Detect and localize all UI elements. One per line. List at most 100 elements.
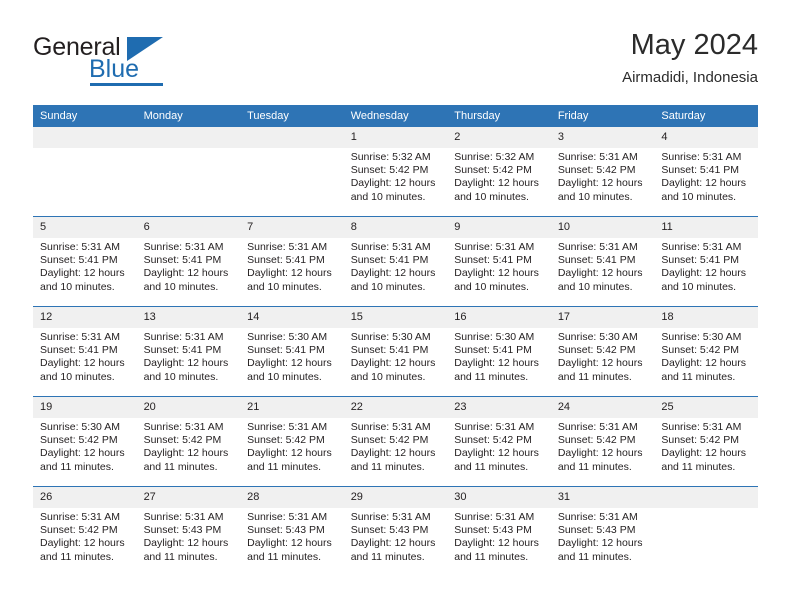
day-number: 4 [654, 127, 758, 148]
day-cell[interactable]: 20 Sunrise: 5:31 AM Sunset: 5:42 PM Dayl… [136, 396, 241, 487]
day-number: 9 [447, 217, 551, 238]
day-details: Sunrise: 5:31 AM Sunset: 5:41 PM Dayligh… [447, 238, 551, 294]
day-cell[interactable]: 10 Sunrise: 5:31 AM Sunset: 5:41 PM Dayl… [550, 216, 655, 307]
day-cell[interactable]: 12 Sunrise: 5:31 AM Sunset: 5:41 PM Dayl… [33, 306, 137, 397]
day-cell[interactable]: 31 Sunrise: 5:31 AM Sunset: 5:43 PM Dayl… [550, 486, 655, 576]
daylight-text-cont: and 11 minutes. [557, 370, 632, 383]
daylight-text: Daylight: 12 hours [454, 447, 539, 460]
day-details: Sunrise: 5:31 AM Sunset: 5:41 PM Dayligh… [137, 238, 241, 294]
daylight-text-cont: and 10 minutes. [557, 190, 633, 203]
day-cell[interactable]: 28 Sunrise: 5:31 AM Sunset: 5:43 PM Dayl… [240, 486, 344, 576]
sunrise-text: Sunrise: 5:31 AM [247, 241, 328, 253]
day-cell[interactable]: 11 Sunrise: 5:31 AM Sunset: 5:41 PM Dayl… [654, 216, 758, 307]
day-details: Sunrise: 5:31 AM Sunset: 5:43 PM Dayligh… [551, 508, 655, 564]
day-cell[interactable]: 2 Sunrise: 5:32 AM Sunset: 5:42 PM Dayli… [447, 127, 551, 217]
calendar-week-row: 12 Sunrise: 5:31 AM Sunset: 5:41 PM Dayl… [33, 306, 758, 397]
day-details: Sunrise: 5:31 AM Sunset: 5:42 PM Dayligh… [240, 418, 344, 474]
day-details: Sunrise: 5:31 AM Sunset: 5:43 PM Dayligh… [240, 508, 344, 564]
day-cell[interactable]: 8 Sunrise: 5:31 AM Sunset: 5:41 PM Dayli… [343, 216, 448, 307]
sunrise-text: Sunrise: 5:31 AM [454, 241, 535, 253]
daylight-text-cont: and 11 minutes. [247, 550, 322, 563]
day-cell[interactable]: 19 Sunrise: 5:30 AM Sunset: 5:42 PM Dayl… [33, 396, 137, 487]
day-cell[interactable]: 3 Sunrise: 5:31 AM Sunset: 5:42 PM Dayli… [550, 127, 655, 217]
sunrise-text: Sunrise: 5:31 AM [247, 421, 328, 433]
sunset-text: Sunset: 5:42 PM [661, 344, 740, 357]
daylight-text: Daylight: 12 hours [661, 177, 747, 190]
day-cell[interactable] [240, 127, 344, 217]
day-cell[interactable]: 24 Sunrise: 5:31 AM Sunset: 5:42 PM Dayl… [550, 396, 655, 487]
daylight-text-cont: and 10 minutes. [143, 370, 219, 383]
daylight-text-cont: and 11 minutes. [350, 460, 425, 473]
day-number: 2 [447, 127, 551, 148]
sunrise-text: Sunrise: 5:31 AM [40, 511, 120, 523]
day-cell[interactable]: 13 Sunrise: 5:31 AM Sunset: 5:41 PM Dayl… [136, 306, 241, 397]
sunrise-text: Sunrise: 5:31 AM [557, 151, 638, 163]
day-cell[interactable]: 27 Sunrise: 5:31 AM Sunset: 5:43 PM Dayl… [136, 486, 241, 576]
sunrise-text: Sunrise: 5:31 AM [661, 241, 742, 253]
daylight-text-cont: and 10 minutes. [350, 190, 426, 203]
daylight-text-cont: and 10 minutes. [247, 370, 322, 383]
day-cell[interactable] [33, 127, 137, 217]
day-cell[interactable]: 30 Sunrise: 5:31 AM Sunset: 5:43 PM Dayl… [447, 486, 551, 576]
day-cell[interactable]: 17 Sunrise: 5:30 AM Sunset: 5:42 PM Dayl… [550, 306, 655, 397]
day-cell[interactable]: 7 Sunrise: 5:31 AM Sunset: 5:41 PM Dayli… [240, 216, 344, 307]
day-details: Sunrise: 5:30 AM Sunset: 5:41 PM Dayligh… [447, 328, 551, 384]
day-cell[interactable]: 18 Sunrise: 5:30 AM Sunset: 5:42 PM Dayl… [654, 306, 758, 397]
day-details: Sunrise: 5:31 AM Sunset: 5:42 PM Dayligh… [137, 418, 241, 474]
sunrise-text: Sunrise: 5:31 AM [350, 421, 431, 433]
daylight-text-cont: and 11 minutes. [40, 550, 114, 563]
sunrise-text: Sunrise: 5:31 AM [143, 331, 224, 343]
sunrise-text: Sunrise: 5:31 AM [40, 241, 120, 253]
day-cell[interactable]: 21 Sunrise: 5:31 AM Sunset: 5:42 PM Dayl… [240, 396, 344, 487]
daylight-text-cont: and 10 minutes. [454, 280, 529, 293]
day-number [136, 127, 241, 148]
day-cell[interactable]: 16 Sunrise: 5:30 AM Sunset: 5:41 PM Dayl… [447, 306, 551, 397]
daylight-text-cont: and 10 minutes. [557, 280, 633, 293]
sunrise-text: Sunrise: 5:31 AM [661, 421, 742, 433]
sunset-text: Sunset: 5:41 PM [247, 254, 325, 267]
sunset-text: Sunset: 5:42 PM [143, 434, 222, 447]
day-details: Sunrise: 5:31 AM Sunset: 5:41 PM Dayligh… [344, 238, 448, 294]
sunset-text: Sunset: 5:41 PM [143, 254, 222, 267]
daylight-text: Daylight: 12 hours [247, 357, 332, 370]
daylight-text-cont: and 10 minutes. [40, 280, 115, 293]
day-details: Sunrise: 5:30 AM Sunset: 5:41 PM Dayligh… [344, 328, 448, 384]
day-details: Sunrise: 5:32 AM Sunset: 5:42 PM Dayligh… [344, 148, 448, 204]
day-cell[interactable]: 1 Sunrise: 5:32 AM Sunset: 5:42 PM Dayli… [343, 127, 448, 217]
day-cell[interactable]: 26 Sunrise: 5:31 AM Sunset: 5:42 PM Dayl… [33, 486, 137, 576]
sunset-text: Sunset: 5:41 PM [247, 344, 325, 357]
sunrise-text: Sunrise: 5:31 AM [557, 241, 638, 253]
day-cell[interactable]: 9 Sunrise: 5:31 AM Sunset: 5:41 PM Dayli… [447, 216, 551, 307]
daylight-text: Daylight: 12 hours [557, 447, 643, 460]
daylight-text-cont: and 11 minutes. [557, 550, 632, 563]
day-cell[interactable]: 15 Sunrise: 5:30 AM Sunset: 5:41 PM Dayl… [343, 306, 448, 397]
sunset-text: Sunset: 5:43 PM [143, 524, 222, 537]
general-blue-logo[interactable]: General Blue [33, 33, 223, 89]
sunset-text: Sunset: 5:42 PM [557, 164, 636, 177]
day-number: 25 [654, 397, 758, 418]
day-details: Sunrise: 5:31 AM Sunset: 5:41 PM Dayligh… [654, 148, 758, 204]
day-number: 5 [33, 217, 137, 238]
day-cell[interactable]: 14 Sunrise: 5:30 AM Sunset: 5:41 PM Dayl… [240, 306, 344, 397]
day-cell[interactable]: 25 Sunrise: 5:31 AM Sunset: 5:42 PM Dayl… [654, 396, 758, 487]
day-cell[interactable]: 23 Sunrise: 5:31 AM Sunset: 5:42 PM Dayl… [447, 396, 551, 487]
daylight-text-cont: and 10 minutes. [661, 280, 737, 293]
daylight-text-cont: and 10 minutes. [454, 190, 529, 203]
sunset-text: Sunset: 5:42 PM [40, 524, 118, 537]
day-number: 24 [550, 397, 655, 418]
sunset-text: Sunset: 5:41 PM [661, 164, 740, 177]
day-cell[interactable]: 22 Sunrise: 5:31 AM Sunset: 5:42 PM Dayl… [343, 396, 448, 487]
day-cell[interactable] [654, 486, 758, 576]
daylight-text-cont: and 10 minutes. [247, 280, 322, 293]
day-cell[interactable]: 29 Sunrise: 5:31 AM Sunset: 5:43 PM Dayl… [343, 486, 448, 576]
daylight-text: Daylight: 12 hours [350, 357, 436, 370]
day-cell[interactable]: 5 Sunrise: 5:31 AM Sunset: 5:41 PM Dayli… [33, 216, 137, 307]
daylight-text: Daylight: 12 hours [40, 447, 125, 460]
sunset-text: Sunset: 5:42 PM [557, 434, 636, 447]
day-cell[interactable] [136, 127, 241, 217]
day-cell[interactable]: 4 Sunrise: 5:31 AM Sunset: 5:41 PM Dayli… [654, 127, 758, 217]
day-cell[interactable]: 6 Sunrise: 5:31 AM Sunset: 5:41 PM Dayli… [136, 216, 241, 307]
sunset-text: Sunset: 5:42 PM [350, 434, 429, 447]
day-details: Sunrise: 5:31 AM Sunset: 5:41 PM Dayligh… [33, 238, 137, 294]
day-details: Sunrise: 5:31 AM Sunset: 5:41 PM Dayligh… [137, 328, 241, 384]
